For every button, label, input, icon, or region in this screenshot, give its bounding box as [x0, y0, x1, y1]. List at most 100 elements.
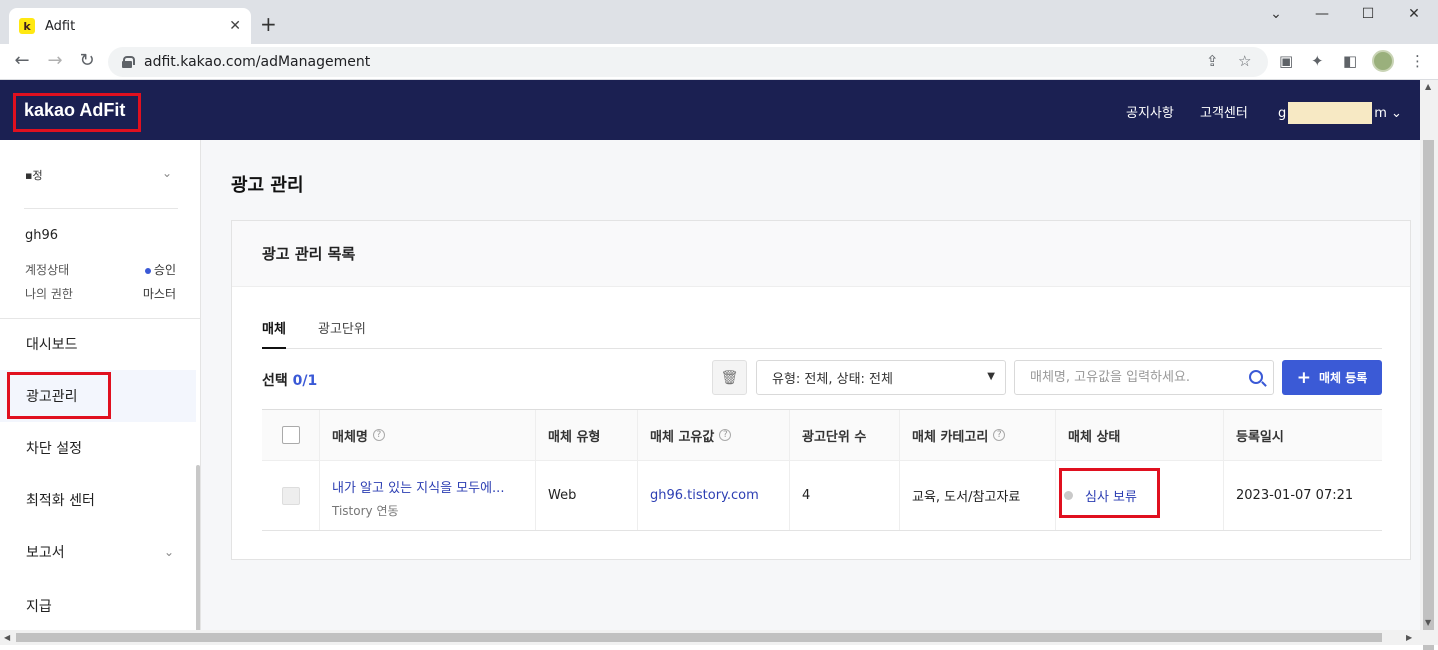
tab-title: Adfit [45, 18, 76, 34]
address-bar[interactable]: adfit.kakao.com/adManagement ⇪ ☆ [108, 47, 1268, 77]
search-input[interactable] [1015, 361, 1235, 394]
select-all-cell [262, 410, 320, 460]
sidebar-item-label: 최적화 센터 [26, 493, 95, 509]
tab-search-icon[interactable]: ⌄ [1266, 6, 1286, 22]
media-sub-text: Tistory 연동 [332, 504, 399, 518]
divider [24, 208, 178, 209]
lock-icon [122, 56, 135, 68]
help-icon[interactable]: ? [719, 429, 732, 441]
trash-icon: 🗑 [720, 369, 739, 386]
tab-bar: 매체 광고단위 [262, 318, 1382, 349]
account-suffix: m [1374, 105, 1387, 121]
chevron-down-icon[interactable]: ⌄ [162, 166, 172, 180]
role-label: 나의 권한 [25, 287, 73, 301]
main-content: 광고 관리 광고 관리 목록 매체 광고단위 선택 0/1 🗑 유형: 전체, … [201, 140, 1420, 630]
account-redaction [1288, 102, 1373, 124]
chevron-down-icon: ⌄ [1390, 105, 1402, 121]
col-label: 매체 카테고리 [912, 429, 989, 445]
tab-media[interactable]: 매체 [262, 318, 286, 349]
extensions-puzzle-icon[interactable]: ✦ [1311, 52, 1324, 70]
notice-link[interactable]: 공지사항 [1126, 102, 1174, 121]
col-media-type: 매체 유형 [536, 410, 638, 460]
status-highlight-box [1059, 468, 1160, 518]
card-title: 광고 관리 목록 [232, 221, 1410, 287]
menu-highlight-box [7, 372, 111, 419]
vertical-scroll-thumb[interactable] [1423, 140, 1434, 650]
sidebar-item-label: 지급 [26, 599, 52, 615]
browser-titlebar: k Adfit ✕ + ⌄ — ☐ ✕ [0, 0, 1438, 44]
col-category: 매체 카테고리? [900, 410, 1056, 460]
media-control-icon[interactable]: ▣ [1279, 52, 1293, 70]
add-media-button[interactable]: + 매체 등록 [1282, 360, 1382, 395]
vertical-scrollbar[interactable]: ▲ ▼ [1420, 80, 1438, 650]
search-icon[interactable] [1249, 370, 1263, 384]
forward-icon[interactable]: → [43, 50, 67, 71]
media-type-cell: Web [536, 461, 638, 530]
help-icon[interactable]: ? [372, 429, 385, 441]
col-registered: 등록일시 [1224, 410, 1382, 460]
account-prefix: g [1278, 105, 1287, 121]
row-checkbox[interactable] [281, 486, 300, 505]
sidebar-item-optimization[interactable]: 최적화 센터 [0, 474, 196, 526]
plus-icon: + [1296, 367, 1311, 388]
sidebar-item-payment[interactable]: 지급 [0, 578, 196, 630]
menu-kebab-icon[interactable]: ⋮ [1410, 52, 1425, 70]
col-label: 매체명 [332, 429, 368, 445]
close-window-button[interactable]: ✕ [1404, 6, 1424, 22]
tab-ad-units[interactable]: 광고단위 [318, 318, 366, 349]
chevron-down-icon: ⌄ [164, 545, 175, 559]
help-icon[interactable]: ? [993, 429, 1006, 441]
filter-select[interactable]: 유형: 전체, 상태: 전체 ▼ [756, 360, 1006, 395]
col-label: 광고단위 수 [802, 429, 867, 445]
selection-number: 0/1 [292, 373, 318, 389]
horizontal-scroll-thumb[interactable] [16, 633, 1382, 642]
col-status: 매체 상태 [1056, 410, 1224, 460]
side-panel-icon[interactable]: ◧ [1343, 52, 1357, 70]
scroll-right-icon[interactable]: ▶ [1406, 633, 1412, 642]
minimize-button[interactable]: — [1312, 6, 1332, 22]
scroll-down-icon[interactable]: ▼ [1425, 618, 1431, 627]
kakao-favicon-icon: k [19, 18, 35, 34]
sidebar-scrollbar[interactable] [196, 465, 200, 630]
search-box[interactable] [1014, 360, 1274, 395]
ad-list-card: 광고 관리 목록 매체 광고단위 선택 0/1 🗑 유형: 전체, 상태: 전체… [231, 220, 1411, 560]
col-unique-value: 매체 고유값? [638, 410, 790, 460]
sidebar-item-label: 보고서 [26, 545, 65, 561]
reload-icon[interactable]: ↻ [75, 50, 99, 71]
scroll-up-icon[interactable]: ▲ [1425, 82, 1431, 91]
page-title: 광고 관리 [231, 175, 304, 196]
account-menu[interactable]: g m ⌄ [1278, 102, 1402, 124]
select-all-checkbox[interactable] [281, 426, 300, 444]
delete-button[interactable]: 🗑 [712, 360, 747, 395]
logo-highlight-box [13, 93, 141, 132]
horizontal-scrollbar[interactable]: ◀ ▶ [0, 630, 1438, 645]
caret-down-icon: ▼ [987, 371, 995, 382]
col-label: 매체 상태 [1068, 429, 1121, 445]
profile-avatar[interactable] [1372, 50, 1394, 72]
site-selector[interactable]: ▪정 [25, 167, 43, 183]
share-icon[interactable]: ⇪ [1206, 52, 1219, 70]
status-value-text: 승인 [153, 263, 176, 277]
new-tab-button[interactable]: + [260, 12, 277, 36]
media-name-link[interactable]: 내가 알고 있는 지식을 모두에... [332, 477, 535, 496]
col-label: 등록일시 [1236, 429, 1284, 445]
sidebar-item-reports[interactable]: 보고서 ⌄ [0, 526, 196, 578]
category-cell: 교육, 도서/참고자료 [900, 461, 1056, 530]
back-icon[interactable]: ← [10, 50, 34, 71]
support-link[interactable]: 고객센터 [1200, 102, 1248, 121]
bookmark-star-icon[interactable]: ☆ [1238, 52, 1251, 70]
unique-value-link[interactable]: gh96.tistory.com [650, 488, 759, 503]
maximize-button[interactable]: ☐ [1358, 6, 1378, 22]
sidebar-item-dashboard[interactable]: 대시보드 [0, 318, 196, 370]
close-tab-icon[interactable]: ✕ [229, 18, 241, 34]
registered-cell: 2023-01-07 07:21 [1236, 488, 1354, 503]
browser-tab[interactable]: k Adfit ✕ [9, 8, 251, 44]
table-header: 매체명? 매체 유형 매체 고유값? 광고단위 수 매체 카테고리? 매체 상태… [262, 409, 1382, 461]
table-row: 내가 알고 있는 지식을 모두에... Tistory 연동 Web gh96.… [262, 461, 1382, 531]
row-select-cell [262, 461, 320, 530]
role-value: 마스터 [142, 287, 176, 301]
sidebar-item-label: 대시보드 [26, 337, 78, 353]
sidebar-item-block-settings[interactable]: 차단 설정 [0, 422, 196, 474]
status-dot-icon [144, 267, 151, 274]
scroll-left-icon[interactable]: ◀ [4, 633, 10, 642]
